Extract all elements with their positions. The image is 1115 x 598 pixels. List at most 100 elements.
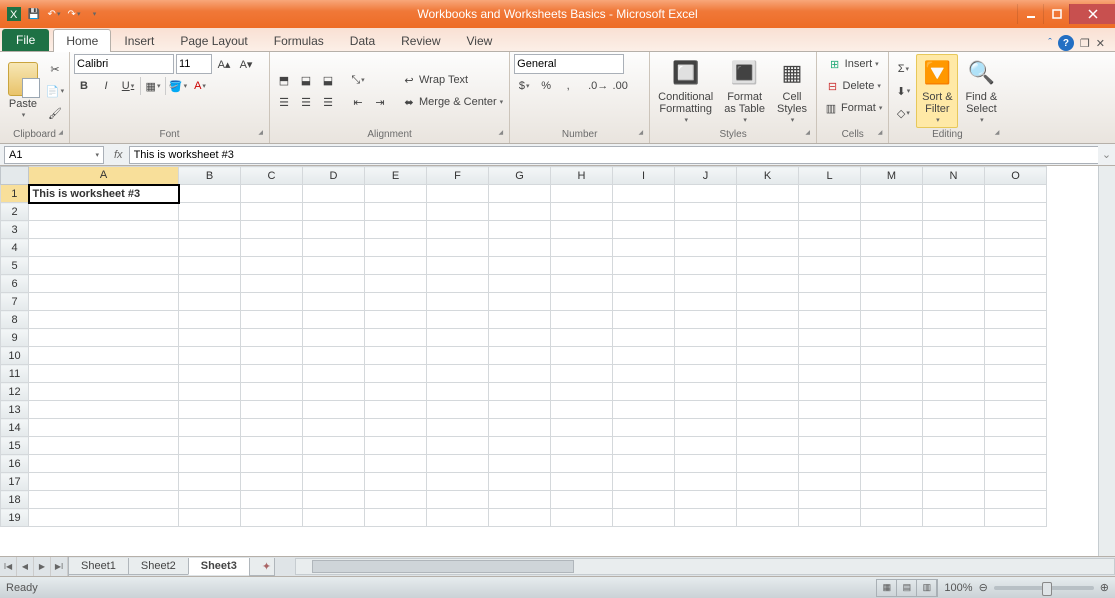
- cell-O2[interactable]: [985, 203, 1047, 221]
- cell-F15[interactable]: [427, 437, 489, 455]
- cell-B2[interactable]: [179, 203, 241, 221]
- tab-home[interactable]: Home: [53, 29, 111, 52]
- cell-H4[interactable]: [551, 239, 613, 257]
- cell-O12[interactable]: [985, 383, 1047, 401]
- cell-H1[interactable]: [551, 185, 613, 203]
- cell-O17[interactable]: [985, 473, 1047, 491]
- cell-I15[interactable]: [613, 437, 675, 455]
- help-icon[interactable]: ?: [1058, 35, 1074, 51]
- cell-O11[interactable]: [985, 365, 1047, 383]
- cell-C12[interactable]: [241, 383, 303, 401]
- cell-A12[interactable]: [29, 383, 179, 401]
- cell-C6[interactable]: [241, 275, 303, 293]
- cell-J1[interactable]: [675, 185, 737, 203]
- cell-I16[interactable]: [613, 455, 675, 473]
- column-header-I[interactable]: I: [613, 167, 675, 185]
- cell-B19[interactable]: [179, 509, 241, 527]
- cell-C3[interactable]: [241, 221, 303, 239]
- cell-B6[interactable]: [179, 275, 241, 293]
- percent-format-icon[interactable]: %: [536, 76, 556, 96]
- cell-D19[interactable]: [303, 509, 365, 527]
- cell-D3[interactable]: [303, 221, 365, 239]
- column-header-K[interactable]: K: [737, 167, 799, 185]
- cell-E18[interactable]: [365, 491, 427, 509]
- cell-K1[interactable]: [737, 185, 799, 203]
- cell-K18[interactable]: [737, 491, 799, 509]
- cell-G5[interactable]: [489, 257, 551, 275]
- delete-cells-button[interactable]: ⊟Delete▾: [823, 76, 883, 96]
- cell-O9[interactable]: [985, 329, 1047, 347]
- cell-J15[interactable]: [675, 437, 737, 455]
- sort-filter-button[interactable]: 🔽Sort & Filter▾: [916, 54, 958, 128]
- cell-B11[interactable]: [179, 365, 241, 383]
- zoom-in-button[interactable]: ⊕: [1100, 581, 1109, 594]
- cell-A4[interactable]: [29, 239, 179, 257]
- cell-L16[interactable]: [799, 455, 861, 473]
- cell-L2[interactable]: [799, 203, 861, 221]
- tab-insert[interactable]: Insert: [111, 29, 167, 52]
- workbook-close-icon[interactable]: ✕: [1096, 37, 1105, 50]
- normal-view-icon[interactable]: ▦: [877, 580, 897, 596]
- cell-H10[interactable]: [551, 347, 613, 365]
- cell-L9[interactable]: [799, 329, 861, 347]
- cell-N16[interactable]: [923, 455, 985, 473]
- row-header-14[interactable]: 14: [1, 419, 29, 437]
- cell-E17[interactable]: [365, 473, 427, 491]
- tab-view[interactable]: View: [454, 29, 506, 52]
- tab-file[interactable]: File: [2, 29, 49, 51]
- cell-F6[interactable]: [427, 275, 489, 293]
- sheet-nav-next-icon[interactable]: ▶: [34, 557, 51, 576]
- cell-C5[interactable]: [241, 257, 303, 275]
- column-header-O[interactable]: O: [985, 167, 1047, 185]
- window-restore-icon[interactable]: ❐: [1080, 37, 1090, 50]
- cell-D9[interactable]: [303, 329, 365, 347]
- cell-C1[interactable]: [241, 185, 303, 203]
- cell-J13[interactable]: [675, 401, 737, 419]
- insert-cells-button[interactable]: ⊞Insert▾: [825, 54, 881, 74]
- cell-K8[interactable]: [737, 311, 799, 329]
- row-header-10[interactable]: 10: [1, 347, 29, 365]
- cell-B9[interactable]: [179, 329, 241, 347]
- cell-B1[interactable]: [179, 185, 241, 203]
- grid[interactable]: ABCDEFGHIJKLMNO1This is worksheet #32345…: [0, 166, 1098, 556]
- cell-L4[interactable]: [799, 239, 861, 257]
- cell-M7[interactable]: [861, 293, 923, 311]
- cell-H17[interactable]: [551, 473, 613, 491]
- column-header-B[interactable]: B: [179, 167, 241, 185]
- row-header-8[interactable]: 8: [1, 311, 29, 329]
- font-size-combo[interactable]: [176, 54, 212, 74]
- row-header-11[interactable]: 11: [1, 365, 29, 383]
- cell-F17[interactable]: [427, 473, 489, 491]
- cell-M2[interactable]: [861, 203, 923, 221]
- tab-review[interactable]: Review: [388, 29, 453, 52]
- column-header-E[interactable]: E: [365, 167, 427, 185]
- cell-H7[interactable]: [551, 293, 613, 311]
- cell-J14[interactable]: [675, 419, 737, 437]
- cell-A5[interactable]: [29, 257, 179, 275]
- cell-N18[interactable]: [923, 491, 985, 509]
- cell-C16[interactable]: [241, 455, 303, 473]
- increase-decimal-icon[interactable]: .0→: [588, 76, 608, 96]
- cell-G6[interactable]: [489, 275, 551, 293]
- cell-M19[interactable]: [861, 509, 923, 527]
- cell-F16[interactable]: [427, 455, 489, 473]
- row-header-19[interactable]: 19: [1, 509, 29, 527]
- cell-L5[interactable]: [799, 257, 861, 275]
- cell-B17[interactable]: [179, 473, 241, 491]
- italic-button[interactable]: I: [96, 76, 116, 96]
- align-top-icon[interactable]: ⬒: [274, 70, 294, 90]
- cell-D17[interactable]: [303, 473, 365, 491]
- cell-G3[interactable]: [489, 221, 551, 239]
- cell-N5[interactable]: [923, 257, 985, 275]
- new-sheet-button[interactable]: ✦: [249, 558, 275, 576]
- cell-I9[interactable]: [613, 329, 675, 347]
- minimize-button[interactable]: [1017, 4, 1043, 24]
- cell-A9[interactable]: [29, 329, 179, 347]
- column-header-L[interactable]: L: [799, 167, 861, 185]
- cell-I10[interactable]: [613, 347, 675, 365]
- cell-E4[interactable]: [365, 239, 427, 257]
- cell-G15[interactable]: [489, 437, 551, 455]
- cell-M4[interactable]: [861, 239, 923, 257]
- row-header-17[interactable]: 17: [1, 473, 29, 491]
- cell-L1[interactable]: [799, 185, 861, 203]
